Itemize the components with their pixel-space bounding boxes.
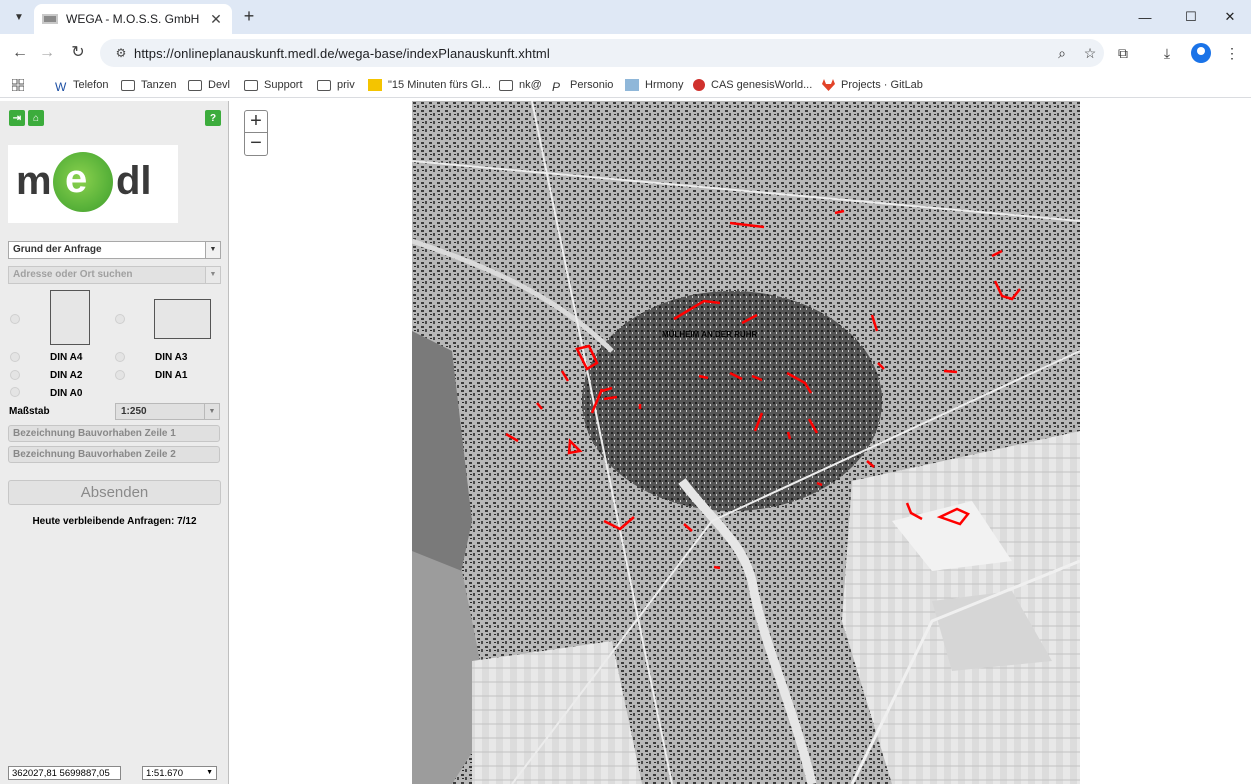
folder-icon <box>499 79 513 91</box>
map-svg: MÜLHEIM AN DER RUHR <box>412 101 1080 784</box>
format-radio-din-a3[interactable] <box>115 352 125 362</box>
address-search-input[interactable]: Adresse oder Ort suchen ▼ <box>8 266 221 284</box>
bookmark-telefon[interactable]: W Telefon <box>55 76 108 94</box>
submit-button[interactable]: Absenden <box>8 480 221 505</box>
download-icon[interactable]: ⤓ <box>1156 42 1178 64</box>
massstab-label: Maßstab <box>9 406 50 417</box>
zoom-magnifier-icon[interactable]: ⌕ <box>1048 45 1076 62</box>
profile-avatar[interactable] <box>1191 43 1211 63</box>
bookmark-15-minuten[interactable]: "15 Minuten fürs Gl... <box>368 76 491 94</box>
zoom-out-button[interactable]: − <box>245 133 267 155</box>
bank-icon <box>368 79 382 91</box>
bookmark-personio[interactable]: P Personio <box>552 76 613 94</box>
browser-titlebar: ▼ WEGA - M.O.S.S. GmbH ✕ + — ☐ ✕ <box>0 0 1251 34</box>
bookmark-hrmony[interactable]: Hrmony <box>625 76 684 94</box>
browser-tab-active[interactable]: WEGA - M.O.S.S. GmbH ✕ <box>34 4 232 34</box>
plan-request-panel: ⇥ ⌂ ? m e dl Grund der Anfrage ▼ Adresse… <box>0 101 229 784</box>
format-radio-din-a2[interactable] <box>10 370 20 380</box>
massstab-select[interactable]: 1:250 ▼ <box>115 403 220 420</box>
format-radio-din-a4[interactable] <box>10 352 20 362</box>
city-label: MÜLHEIM AN DER RUHR <box>662 330 757 339</box>
tab-close-icon[interactable]: ✕ <box>208 11 224 28</box>
address-bar[interactable]: ⚙ https://onlineplanauskunft.medl.de/weg… <box>100 39 1104 67</box>
folder-icon <box>317 79 331 91</box>
extensions-icon[interactable]: ⧉ <box>1112 42 1134 64</box>
map-scale-select[interactable]: 1:51.670 ▼ <box>142 766 217 780</box>
bookmark-priv[interactable]: priv <box>317 76 355 94</box>
paper-portrait-preview <box>50 290 90 345</box>
folder-icon <box>188 79 202 91</box>
chrome-menu-icon[interactable]: ⋮ <box>1221 42 1243 64</box>
folder-icon <box>244 79 258 91</box>
logout-icon[interactable]: ⇥ <box>9 110 25 126</box>
format-radio-a4[interactable] <box>10 314 20 324</box>
home-icon[interactable]: ⌂ <box>28 110 44 126</box>
chevron-down-icon[interactable]: ▼ <box>204 404 219 419</box>
format-radio-a3[interactable] <box>115 314 125 324</box>
format-label-a4: DIN A4 <box>50 352 83 363</box>
forward-arrow-icon[interactable]: → <box>36 42 58 64</box>
format-radio-din-a1[interactable] <box>115 370 125 380</box>
gitlab-icon <box>822 79 835 91</box>
bookmark-gitlab[interactable]: Projects · GitLab <box>822 76 923 94</box>
medl-logo: m e dl <box>8 145 178 223</box>
chevron-down-icon[interactable]: ▼ <box>205 242 220 258</box>
bauvorhaben-line2-input[interactable]: Bezeichnung Bauvorhaben Zeile 2 <box>8 446 220 463</box>
bookmark-star-icon[interactable]: ☆ <box>1076 45 1104 62</box>
folder-icon <box>121 79 135 91</box>
bauvorhaben-line1-input[interactable]: Bezeichnung Bauvorhaben Zeile 1 <box>8 425 220 442</box>
grund-der-anfrage-select[interactable]: Grund der Anfrage ▼ <box>8 241 221 259</box>
chevron-down-icon[interactable]: ▼ <box>206 767 213 779</box>
format-radio-din-a0[interactable] <box>10 387 20 397</box>
cas-icon <box>693 79 705 91</box>
tab-favicon-icon <box>42 14 58 24</box>
coordinates-readout: 362027,81 5699887,05 <box>8 766 121 780</box>
url-text[interactable]: https://onlineplanauskunft.medl.de/wega-… <box>134 46 1048 61</box>
bookmarks-bar: W Telefon Tanzen Devl Support priv "15 Mi… <box>0 72 1251 98</box>
zoom-control: + − <box>244 110 268 156</box>
maximize-icon[interactable]: ☐ <box>1170 0 1212 34</box>
tab-search-chevron-icon[interactable]: ▼ <box>8 6 30 28</box>
bookmark-devl[interactable]: Devl <box>188 76 230 94</box>
format-label-a0: DIN A0 <box>50 388 83 399</box>
hrmony-icon <box>625 79 639 91</box>
site-info-icon[interactable]: ⚙ <box>108 46 134 60</box>
bookmark-cas-genesis[interactable]: CAS genesisWorld... <box>693 76 812 94</box>
format-label-a1: DIN A1 <box>155 370 188 381</box>
telefon-logo-icon: W <box>55 79 67 94</box>
remaining-requests-text: Heute verbleibende Anfragen: 7/12 <box>32 516 197 527</box>
bookmark-support[interactable]: Support <box>244 76 303 94</box>
apps-grid-icon[interactable] <box>12 76 24 94</box>
paper-landscape-preview <box>154 299 211 339</box>
personio-icon: P <box>552 79 561 94</box>
city-map-image[interactable]: MÜLHEIM AN DER RUHR <box>412 101 1080 784</box>
bookmark-nk[interactable]: nk@ <box>499 76 542 94</box>
new-tab-button[interactable]: + <box>238 6 260 28</box>
minimize-icon[interactable]: — <box>1124 0 1166 34</box>
reload-icon[interactable]: ↻ <box>67 42 89 64</box>
help-icon[interactable]: ? <box>205 110 221 126</box>
format-label-a2: DIN A2 <box>50 370 83 381</box>
browser-toolbar: ← → ↻ ⚙ https://onlineplanauskunft.medl.… <box>0 34 1251 72</box>
zoom-in-button[interactable]: + <box>245 111 267 133</box>
map-view[interactable]: + − MÜLHEIM AN DER RUHR <box>230 101 1251 784</box>
back-arrow-icon[interactable]: ← <box>9 42 31 64</box>
chevron-down-icon[interactable]: ▼ <box>205 267 220 283</box>
format-label-a3: DIN A3 <box>155 352 188 363</box>
window-close-icon[interactable]: ✕ <box>1209 0 1251 34</box>
tab-title: WEGA - M.O.S.S. GmbH <box>66 12 200 26</box>
bookmark-tanzen[interactable]: Tanzen <box>121 76 176 94</box>
